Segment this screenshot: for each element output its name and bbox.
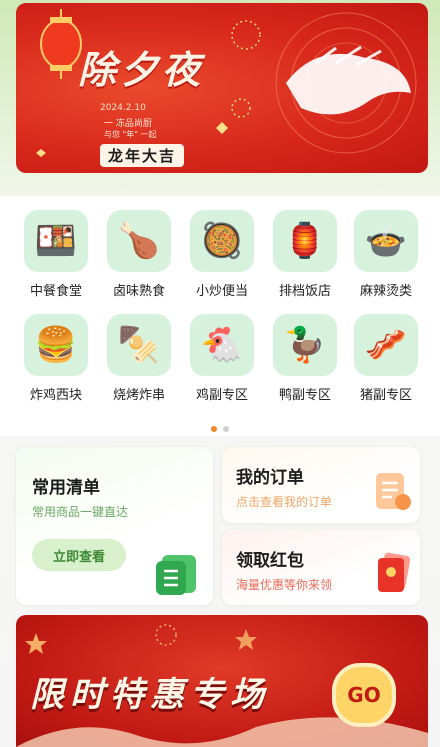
category-label: 中餐食堂 [29,284,82,299]
category-item[interactable]: 🐔 鸡副专区 [182,314,262,403]
category-item[interactable]: 🍲 麻辣烫类 [346,210,426,299]
page-dot-active [211,426,217,432]
category-label: 炸鸡西块 [29,388,82,403]
checklist-icon [156,555,196,595]
restaurant-icon: 🏮 [273,210,337,272]
banner-date: 2024.2.10 [100,103,146,113]
stir-fry-bento-icon: 🥘 [190,210,254,272]
red-packet-title: 领取红包 [236,551,304,571]
duck-icon: 🦆 [273,314,337,376]
category-item[interactable]: 🍗 卤味熟食 [99,210,179,299]
category-label: 排档饭店 [278,284,331,299]
category-item[interactable]: 🥘 小炒便当 [182,210,262,299]
page-dot [223,426,229,432]
category-label: 鸡副专区 [195,388,248,403]
chicken-icon: 🐔 [190,314,254,376]
view-now-button[interactable]: 立即查看 [32,539,126,571]
pork-icon: 🥓 [354,314,418,376]
promo-title: 限时特惠专场 [30,675,270,715]
common-list-title: 常用清单 [32,478,100,498]
category-item[interactable]: 🥓 猪副专区 [346,314,426,403]
common-list-card[interactable]: 常用清单 常用商品一键直达 立即查看 [16,447,213,605]
category-item[interactable]: 🏮 排档饭店 [265,210,345,299]
spicy-hotpot-icon: 🍲 [354,210,418,272]
banner-title: 除夕夜 [78,48,205,92]
category-grid: 🍱 中餐食堂 🍗 卤味熟食 🥘 小炒便当 🏮 排档饭店 🍲 麻辣烫类 🍔 炸鸡西… [0,196,440,436]
category-label: 麻辣烫类 [359,284,412,299]
skewer-icon: 🍢 [107,314,171,376]
my-orders-title: 我的订单 [236,468,304,488]
order-icon [376,473,411,510]
category-label: 鸭副专区 [278,388,331,403]
common-list-subtitle: 常用商品一键直达 [32,505,129,519]
category-item[interactable]: 🍢 烧烤炸串 [99,314,179,403]
category-item[interactable]: 🍔 炸鸡西块 [16,314,96,403]
go-button[interactable]: GO [332,663,396,727]
red-packet-subtitle: 海量优惠等你来领 [236,578,333,592]
red-packet-icon [378,552,411,592]
banner-line-1: 一 冻品尚厨 [104,119,152,129]
banner-line-2: 与您 "年" 一起 [104,130,157,139]
flash-sale-banner[interactable]: 限时特惠专场 GO [16,615,428,747]
chinese-canteen-icon: 🍱 [24,210,88,272]
category-label: 猪副专区 [359,388,412,403]
burger-icon: 🍔 [24,314,88,376]
my-orders-subtitle: 点击查看我的订单 [236,495,333,509]
category-label: 小炒便当 [195,284,248,299]
category-label: 烧烤炸串 [112,388,165,403]
new-year-banner[interactable]: 除夕夜 2024.2.10 一 冻品尚厨 与您 "年" 一起 龙年大吉 [16,3,428,173]
red-packet-card[interactable]: 领取红包 海量优惠等你来领 [222,530,420,605]
category-label: 卤味熟食 [112,284,165,299]
my-orders-card[interactable]: 我的订单 点击查看我的订单 [222,447,420,523]
braised-meat-icon: 🍗 [107,210,171,272]
banner-slogan: 龙年大吉 [100,144,185,167]
category-item[interactable]: 🍱 中餐食堂 [16,210,96,299]
category-item[interactable]: 🦆 鸭副专区 [265,314,345,403]
page-indicator [208,417,232,436]
